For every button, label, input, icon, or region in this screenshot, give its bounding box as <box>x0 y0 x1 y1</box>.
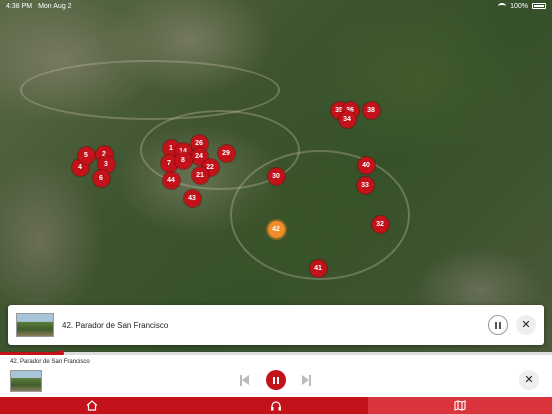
map-pin-43[interactable]: 43 <box>183 189 201 207</box>
next-button[interactable] <box>302 375 311 386</box>
battery-icon <box>532 3 546 9</box>
map-pin-33[interactable]: 33 <box>356 176 374 194</box>
map-pin-5[interactable]: 5 <box>77 146 95 164</box>
stop-title[interactable]: 42. Parador de San Francisco <box>62 321 168 330</box>
status-date: Mon Aug 2 <box>38 2 72 10</box>
pause-icon <box>495 321 501 329</box>
map-pin-8[interactable]: 8 <box>174 151 192 169</box>
audio-player: 42. Parador de San Francisco ✕ <box>0 355 552 397</box>
tab-bar <box>0 397 552 414</box>
map-view[interactable]: 2345611426247822214429304335363834403332… <box>0 0 552 352</box>
status-time: 4:38 PM <box>6 2 33 10</box>
stop-popup[interactable]: 42. Parador de San Francisco ✕ <box>8 305 544 345</box>
map-icon <box>454 400 466 411</box>
play-pause-button[interactable] <box>266 370 286 390</box>
close-icon: ✕ <box>521 318 531 331</box>
tab-map[interactable] <box>368 397 552 414</box>
close-icon: ✕ <box>524 373 534 386</box>
wifi-icon <box>498 3 507 9</box>
map-pin-40[interactable]: 40 <box>357 156 375 174</box>
pause-icon <box>273 376 279 384</box>
map-pin-29[interactable]: 29 <box>217 144 235 162</box>
popup-close-button[interactable]: ✕ <box>516 315 536 335</box>
home-icon <box>86 400 98 411</box>
status-bar: 4:38 PM Mon Aug 2 100% <box>0 0 552 12</box>
player-close-button[interactable]: ✕ <box>519 370 539 390</box>
map-pin-30[interactable]: 30 <box>267 167 285 185</box>
map-pin-6[interactable]: 6 <box>92 169 110 187</box>
tab-audio[interactable] <box>184 397 368 414</box>
map-pin-42[interactable]: 42 <box>267 220 285 238</box>
map-pin-32[interactable]: 32 <box>371 215 389 233</box>
map-pin-44[interactable]: 44 <box>162 171 180 189</box>
popup-pause-button[interactable] <box>488 315 508 335</box>
skip-previous-icon <box>240 375 249 386</box>
map-pin-41[interactable]: 41 <box>309 259 327 277</box>
map-pin-21[interactable]: 21 <box>191 166 209 184</box>
now-playing-title: 42. Parador de San Francisco <box>10 359 90 365</box>
stop-thumbnail <box>16 313 54 337</box>
skip-next-icon <box>302 375 311 386</box>
previous-button[interactable] <box>240 375 249 386</box>
tab-home[interactable] <box>0 397 184 414</box>
map-road <box>20 60 280 120</box>
headphones-icon <box>271 401 281 411</box>
map-pin-34[interactable]: 34 <box>338 110 356 128</box>
battery-percent: 100% <box>510 2 528 10</box>
map-pin-38[interactable]: 38 <box>362 101 380 119</box>
now-playing-thumbnail <box>10 370 42 392</box>
